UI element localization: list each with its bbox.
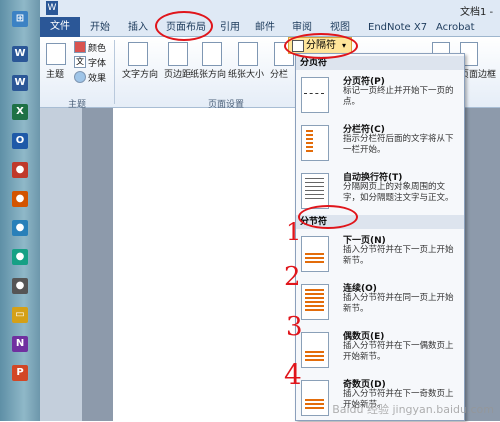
menu-item-description: 指示分栏符后面的文字将从下一栏开始。 xyxy=(343,134,454,155)
tab-endnote[interactable]: EndNote X7 xyxy=(368,20,427,35)
tab-mailings[interactable]: 邮件 xyxy=(255,20,275,35)
word-app-icon[interactable]: W xyxy=(46,1,58,15)
margins-button[interactable]: 页边距 xyxy=(164,67,191,80)
odd-page-icon xyxy=(301,380,329,416)
breaks-dropdown-menu: 分页符 分页符(P) 标记一页终止并开始下一页的点。 分栏符(C) 指示分栏符后… xyxy=(295,53,465,421)
menu-item-next-page[interactable]: 下一页(N) 插入分节符并在下一页上开始新节。 xyxy=(296,230,464,278)
theme-button-label[interactable]: 主题 xyxy=(46,67,64,80)
taskbar-button[interactable]: P xyxy=(3,358,37,388)
document-page[interactable] xyxy=(113,108,300,421)
fonts-button[interactable]: 字体 xyxy=(88,56,106,69)
taskbar-button[interactable]: ● xyxy=(3,155,37,185)
app-icon: ● xyxy=(12,220,28,236)
next-page-icon xyxy=(301,236,329,272)
annotation-circle-breaks xyxy=(284,33,358,59)
app-icon: ● xyxy=(12,249,28,265)
folder-icon: ▭ xyxy=(12,307,28,323)
app-icon: ● xyxy=(12,278,28,294)
text-direction-icon[interactable] xyxy=(128,42,148,66)
menu-item-continuous[interactable]: 连续(O) 插入分节符并在同一页上开始新节。 xyxy=(296,278,464,326)
menu-item-description: 插入分节符并在下一偶数页上开始新节。 xyxy=(343,341,454,362)
paper-size-icon[interactable] xyxy=(238,42,258,66)
orientation-button[interactable]: 纸张方向 xyxy=(190,67,226,80)
text-direction-button[interactable]: 文字方向 xyxy=(122,67,158,80)
menu-item-description: 插入分节符并在下一页上开始新节。 xyxy=(343,245,454,266)
annotation-number-1: 1 xyxy=(286,218,302,246)
annotation-circle-page-layout xyxy=(155,11,213,41)
annotation-number-2: 2 xyxy=(284,262,301,292)
page-border-button[interactable]: 页面边框 xyxy=(460,67,496,80)
app-icon: ● xyxy=(12,191,28,207)
taskbar-button[interactable]: ⊞ xyxy=(3,4,37,34)
taskbar-button[interactable]: ● xyxy=(3,242,37,272)
ribbon-tab-row: 开始 插入 页面布局 引用 邮件 审阅 视图 EndNote X7 Acroba… xyxy=(40,18,500,37)
colors-button[interactable]: 颜色 xyxy=(88,41,106,54)
taskbar-button[interactable]: W xyxy=(3,39,37,69)
colors-icon[interactable] xyxy=(74,41,86,53)
orientation-icon[interactable] xyxy=(202,42,222,66)
taskbar-button[interactable]: ● xyxy=(3,184,37,214)
paper-size-button[interactable]: 纸张大小 xyxy=(228,67,264,80)
taskbar-button[interactable]: ▭ xyxy=(3,300,37,330)
powerpoint-icon: P xyxy=(12,365,28,381)
onenote-icon: N xyxy=(12,336,28,352)
word-icon: W xyxy=(12,46,28,62)
taskbar-button[interactable]: N xyxy=(3,329,37,359)
title-bar: W 文档1 - Mi xyxy=(40,0,500,29)
taskbar-button[interactable]: ● xyxy=(3,271,37,301)
column-break-icon xyxy=(301,125,329,161)
app-icon: ● xyxy=(12,162,28,178)
windows-logo-icon: ⊞ xyxy=(12,11,28,27)
continuous-icon xyxy=(301,284,329,320)
text-wrapping-icon xyxy=(301,173,329,209)
menu-item-description: 标记一页终止并开始下一页的点。 xyxy=(343,86,454,107)
tab-acrobat[interactable]: Acrobat xyxy=(436,20,475,35)
group-divider xyxy=(114,40,115,104)
margins-icon[interactable] xyxy=(168,42,188,66)
tab-file[interactable]: 文件 xyxy=(40,17,80,37)
menu-item-page-break[interactable]: 分页符(P) 标记一页终止并开始下一页的点。 xyxy=(296,71,464,119)
effects-icon[interactable] xyxy=(74,71,86,83)
columns-button[interactable]: 分栏 xyxy=(270,67,288,80)
outlook-icon: O xyxy=(12,133,28,149)
theme-icon[interactable] xyxy=(46,43,66,65)
menu-item-description: 插入分节符并在同一页上开始新节。 xyxy=(343,293,454,314)
page-break-icon xyxy=(301,77,329,113)
excel-icon: X xyxy=(12,104,28,120)
taskbar-button[interactable]: ● xyxy=(3,213,37,243)
watermark: Baidu 经验 jingyan.baidu.com xyxy=(332,403,494,416)
menu-item-description: 分隔网页上的对象周围的文字，如分隔题注文字与正文。 xyxy=(343,182,454,203)
taskbar-button[interactable]: X xyxy=(3,97,37,127)
taskbar-button[interactable]: O xyxy=(3,126,37,156)
tab-insert[interactable]: 插入 xyxy=(128,20,148,35)
taskbar-button[interactable]: W xyxy=(3,68,37,98)
tab-references[interactable]: 引用 xyxy=(220,20,240,35)
annotation-number-3: 3 xyxy=(286,312,303,342)
tab-home[interactable]: 开始 xyxy=(90,20,110,35)
annotation-number-4: 4 xyxy=(284,358,302,391)
navigation-pane xyxy=(40,108,82,421)
annotation-circle-section-breaks xyxy=(298,205,358,229)
fonts-icon[interactable]: 文 xyxy=(74,56,86,68)
menu-item-column-break[interactable]: 分栏符(C) 指示分栏符后面的文字将从下一栏开始。 xyxy=(296,119,464,167)
word-icon: W xyxy=(12,75,28,91)
effects-button[interactable]: 效果 xyxy=(88,71,106,84)
menu-item-even-page[interactable]: 偶数页(E) 插入分节符并在下一偶数页上开始新节。 xyxy=(296,326,464,374)
even-page-icon xyxy=(301,332,329,368)
